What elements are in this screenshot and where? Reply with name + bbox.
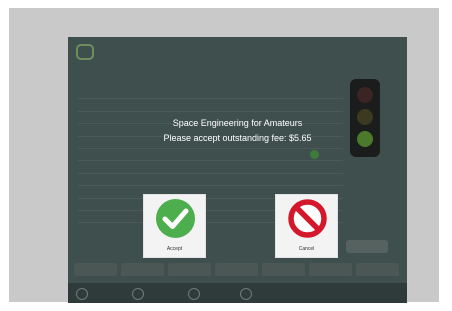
list-item <box>78 99 343 112</box>
red-lamp <box>357 87 373 103</box>
toolbar-button <box>356 263 399 276</box>
cancel-button[interactable]: Cancel <box>275 194 338 258</box>
list-item <box>78 87 343 100</box>
bottom-toolbar <box>74 263 400 277</box>
dialog-title: Space Engineering for Amateurs <box>172 118 303 128</box>
list-item <box>78 174 343 187</box>
cancel-label: Cancel <box>298 246 315 252</box>
list-item <box>78 149 343 162</box>
toolbar-button <box>121 263 164 276</box>
toolbar-button <box>309 263 352 276</box>
side-button-dimmed <box>346 240 388 253</box>
nav-icon <box>240 288 252 300</box>
bottom-nav <box>68 283 407 303</box>
nav-icon <box>132 288 144 300</box>
toolbar-button <box>74 263 117 276</box>
toolbar-button <box>168 263 211 276</box>
toolbar-button <box>262 263 305 276</box>
dialog-message: Please accept outstanding fee: $5.65 <box>163 133 312 143</box>
kiosk-screen: Space Engineering for Amateurs Please ac… <box>68 37 407 303</box>
nav-icon <box>188 288 200 300</box>
check-icon <box>310 149 319 159</box>
accept-button[interactable]: Accept <box>143 194 206 258</box>
list-item <box>78 161 343 174</box>
checkmark-circle-icon <box>156 199 195 238</box>
device-frame: Space Engineering for Amateurs Please ac… <box>9 8 439 303</box>
accept-label: Accept <box>166 246 183 252</box>
nav-icon <box>76 288 88 300</box>
prohibited-circle-icon <box>288 199 327 238</box>
toolbar-button <box>215 263 258 276</box>
app-logo-icon <box>76 44 94 60</box>
